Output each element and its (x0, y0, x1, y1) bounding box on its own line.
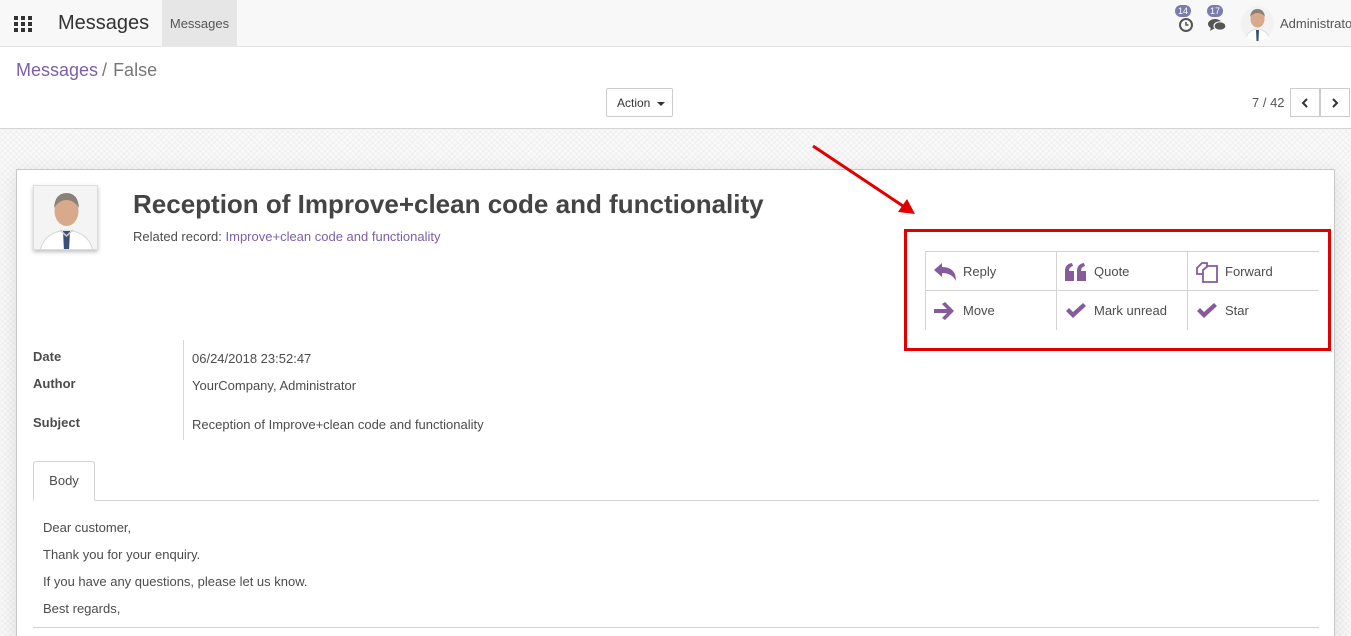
chevron-left-icon (1301, 98, 1308, 108)
tab-divider (33, 500, 1319, 501)
mark-unread-button[interactable]: Mark unread (1057, 291, 1188, 330)
subject-value: Reception of Improve+clean code and func… (192, 417, 484, 432)
breadcrumb-current: False (113, 60, 158, 80)
star-button[interactable]: Star (1188, 291, 1319, 330)
app-title: Messages (58, 12, 150, 34)
check-icon (1066, 303, 1086, 318)
menu-item-messages[interactable]: Messages (162, 0, 237, 47)
reply-button[interactable]: Reply (926, 252, 1057, 291)
action-dropdown-button[interactable]: Action (606, 88, 673, 117)
arrow-right-icon (934, 302, 954, 320)
body-line: Dear customer, (43, 520, 132, 535)
mark-unread-label: Mark unread (1094, 303, 1167, 318)
move-label: Move (963, 303, 995, 318)
check-icon (1197, 303, 1217, 318)
reply-icon (934, 263, 956, 281)
annotation-arrow-icon (812, 144, 915, 214)
forward-icon (1196, 262, 1218, 283)
move-button[interactable]: Move (926, 291, 1057, 330)
quote-button[interactable]: Quote (1057, 252, 1188, 291)
related-record-link[interactable]: Improve+clean code and functionality (226, 229, 441, 244)
author-avatar (33, 185, 98, 250)
pager-value: 7 / 42 (1252, 95, 1285, 110)
forward-button[interactable]: Forward (1188, 252, 1319, 291)
chat-bubbles-icon[interactable] (1207, 15, 1227, 33)
activity-clock-icon[interactable] (1177, 15, 1195, 33)
subject-label: Subject (33, 415, 80, 430)
related-record-label: Related record: (133, 229, 222, 244)
author-label: Author (33, 376, 76, 391)
date-label: Date (33, 349, 62, 364)
pager-previous-button[interactable] (1290, 88, 1320, 117)
body-line: Best regards, (43, 601, 121, 616)
quote-label: Quote (1094, 264, 1130, 279)
chevron-right-icon (1332, 98, 1339, 108)
body-line: If you have any questions, please let us… (43, 574, 308, 589)
body-divider (33, 627, 1319, 628)
messages-count-badge: 17 (1207, 5, 1224, 17)
apps-menu-icon[interactable] (14, 16, 32, 32)
reply-label: Reply (963, 264, 997, 279)
action-label: Action (617, 96, 651, 110)
user-avatar[interactable] (1241, 6, 1274, 41)
activity-count-badge: 14 (1175, 5, 1192, 17)
message-title: Reception of Improve+clean code and func… (133, 189, 764, 219)
top-navbar: Messages Messages 14 17 Administrator (0, 0, 1351, 47)
breadcrumb-messages-link[interactable]: Messages (16, 60, 98, 80)
message-actions-grid: Reply Quote Forward Move Mark unread Sta… (925, 251, 1319, 330)
breadcrumb: Messages / False (16, 60, 157, 81)
breadcrumb-separator: / (102, 60, 108, 80)
forward-label: Forward (1225, 264, 1273, 279)
quote-icon (1065, 263, 1086, 281)
pager-next-button[interactable] (1320, 88, 1350, 117)
tab-body[interactable]: Body (33, 461, 95, 501)
author-link[interactable]: YourCompany, Administrator (192, 378, 356, 393)
body-line: Thank you for your enquiry. (43, 547, 201, 562)
user-name[interactable]: Administrator (1280, 16, 1351, 31)
date-value: 06/24/2018 23:52:47 (192, 351, 312, 366)
caret-down-icon (657, 102, 665, 106)
star-label: Star (1225, 303, 1249, 318)
field-separator (183, 340, 184, 440)
related-record: Related record: Improve+clean code and f… (133, 229, 441, 244)
